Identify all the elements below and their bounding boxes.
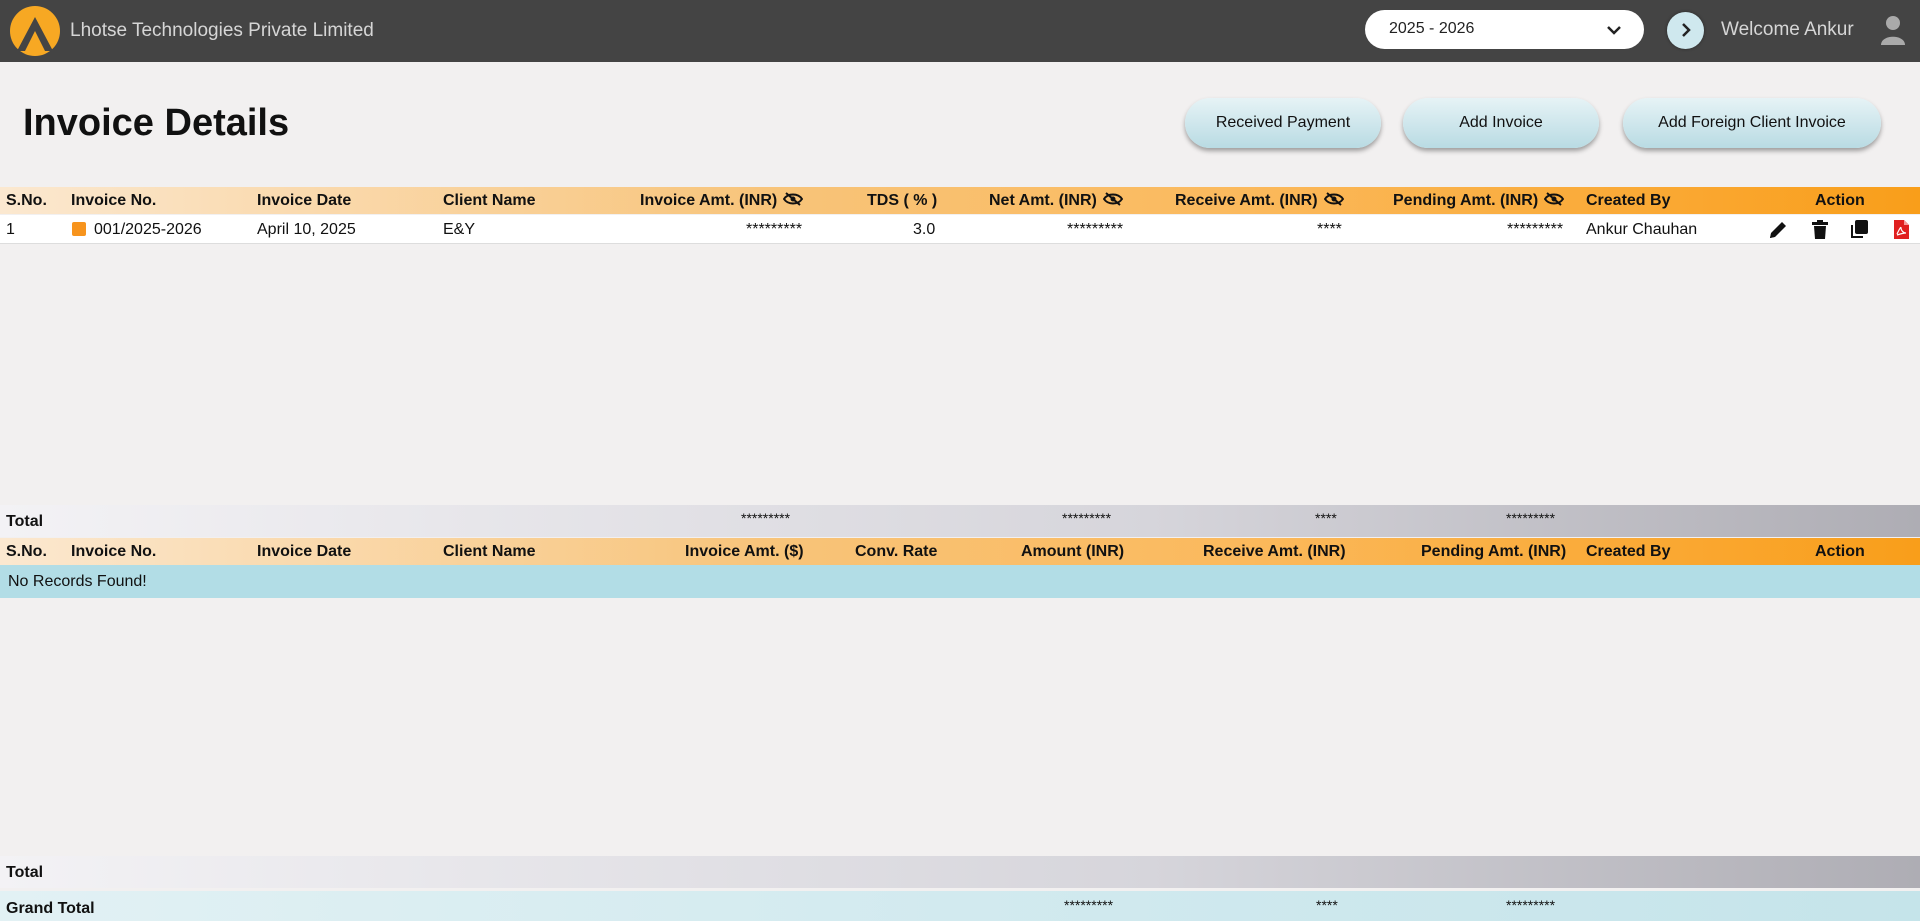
grand-total-label: Grand Total bbox=[6, 900, 95, 917]
top-bar: Lhotse Technologies Private Limited 2025… bbox=[0, 0, 1920, 62]
total-receive-amt: **** bbox=[1315, 510, 1337, 526]
grand-total-pending-amt: ********* bbox=[1506, 897, 1556, 913]
pencil-icon[interactable] bbox=[1768, 219, 1788, 240]
col-sno: S.No. bbox=[6, 192, 47, 209]
foreign-total-row: Total bbox=[0, 856, 1920, 888]
col-action: Action bbox=[1815, 192, 1865, 209]
col-pending-amt: Pending Amt. (INR) bbox=[1421, 543, 1567, 560]
chevron-down-icon bbox=[1607, 26, 1621, 35]
eye-slash-icon[interactable] bbox=[1323, 192, 1344, 206]
received-payment-button[interactable]: Received Payment bbox=[1185, 98, 1381, 148]
col-conv-rate: Conv. Rate bbox=[855, 543, 938, 560]
pdf-icon[interactable] bbox=[1891, 219, 1911, 240]
col-created-by: Created By bbox=[1586, 543, 1671, 560]
col-invoice-no: Invoice No. bbox=[71, 192, 157, 209]
row-net-amt: ********* bbox=[1067, 221, 1124, 238]
row-sno: 1 bbox=[6, 221, 15, 238]
col-client-name: Client Name bbox=[443, 192, 536, 209]
status-indicator bbox=[72, 222, 86, 236]
col-tds: TDS ( % ) bbox=[867, 192, 938, 209]
eye-slash-icon[interactable] bbox=[783, 192, 804, 206]
col-amount-inr: Amount (INR) bbox=[1021, 543, 1125, 560]
col-invoice-amt-label: Invoice Amt. (INR) bbox=[640, 192, 778, 209]
financial-year-value: 2025 - 2026 bbox=[1389, 20, 1475, 37]
col-net-amt-label: Net Amt. (INR) bbox=[989, 192, 1097, 209]
eye-slash-icon[interactable] bbox=[1544, 192, 1565, 206]
col-receive-amt: Receive Amt. (INR) bbox=[1203, 543, 1346, 560]
total-invoice-amt: ********* bbox=[741, 510, 791, 526]
row-receive-amt: **** bbox=[1317, 221, 1342, 238]
chevron-right-icon bbox=[1682, 23, 1691, 37]
row-pending-amt: ********* bbox=[1507, 221, 1564, 238]
col-invoice-no: Invoice No. bbox=[71, 543, 157, 560]
domestic-table-header: S.No. Invoice No. Invoice Date Client Na… bbox=[0, 187, 1920, 214]
col-pending-amt: Pending Amt. (INR) bbox=[1393, 192, 1565, 210]
eye-slash-icon[interactable] bbox=[1102, 192, 1123, 206]
foreign-table-header: S.No. Invoice No. Invoice Date Client Na… bbox=[0, 538, 1920, 565]
row-client-name: E&Y bbox=[443, 221, 476, 238]
row-invoice-amt: ********* bbox=[746, 221, 803, 238]
domestic-total-row: Total ********* ********* **** ********* bbox=[0, 505, 1920, 537]
col-created-by: Created By bbox=[1586, 192, 1671, 209]
row-tds: 3.0 bbox=[913, 221, 936, 238]
page-title: Invoice Details bbox=[23, 102, 290, 144]
company-logo bbox=[10, 6, 60, 56]
total-label: Total bbox=[6, 513, 44, 530]
col-receive-amt-label: Receive Amt. (INR) bbox=[1175, 192, 1318, 209]
col-invoice-date: Invoice Date bbox=[257, 192, 352, 209]
grand-total-receive-amt: **** bbox=[1316, 897, 1338, 913]
row-created-by: Ankur Chauhan bbox=[1586, 221, 1698, 238]
table-row: 1 001/2025-2026 April 10, 2025 E&Y *****… bbox=[0, 215, 1920, 244]
col-action: Action bbox=[1815, 543, 1865, 560]
no-records-message: No Records Found! bbox=[8, 573, 147, 590]
total-label: Total bbox=[6, 864, 44, 881]
add-foreign-client-invoice-button[interactable]: Add Foreign Client Invoice bbox=[1623, 98, 1881, 148]
trash-icon[interactable] bbox=[1810, 219, 1830, 240]
col-invoice-date: Invoice Date bbox=[257, 543, 352, 560]
col-invoice-amt: Invoice Amt. (INR) bbox=[640, 192, 804, 210]
total-net-amt: ********* bbox=[1062, 510, 1112, 526]
col-net-amt: Net Amt. (INR) bbox=[989, 192, 1123, 210]
grand-total-row: Grand Total ********* **** ********* bbox=[0, 891, 1920, 921]
grand-total-net-amt: ********* bbox=[1064, 897, 1114, 913]
total-pending-amt: ********* bbox=[1506, 510, 1556, 526]
col-receive-amt: Receive Amt. (INR) bbox=[1175, 192, 1344, 210]
col-invoice-amt-usd: Invoice Amt. ($) bbox=[685, 543, 804, 560]
user-icon[interactable] bbox=[1880, 15, 1906, 45]
go-button[interactable] bbox=[1667, 12, 1704, 49]
col-client-name: Client Name bbox=[443, 543, 536, 560]
financial-year-select[interactable]: 2025 - 2026 bbox=[1365, 10, 1644, 49]
welcome-text: Welcome Ankur bbox=[1721, 19, 1854, 40]
col-sno: S.No. bbox=[6, 543, 47, 560]
copy-icon[interactable] bbox=[1849, 219, 1869, 240]
row-invoice-no[interactable]: 001/2025-2026 bbox=[94, 221, 202, 239]
no-records-row: No Records Found! bbox=[0, 565, 1920, 598]
company-name: Lhotse Technologies Private Limited bbox=[70, 20, 374, 41]
row-invoice-date: April 10, 2025 bbox=[257, 221, 356, 238]
col-pending-amt-label: Pending Amt. (INR) bbox=[1393, 192, 1539, 209]
add-invoice-button[interactable]: Add Invoice bbox=[1403, 98, 1599, 148]
